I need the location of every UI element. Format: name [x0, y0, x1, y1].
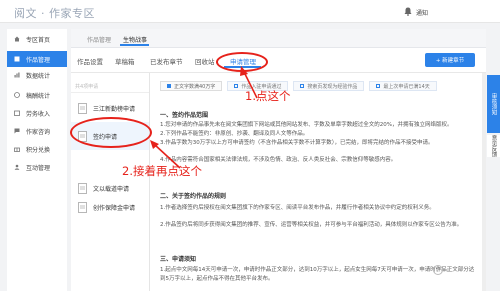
- annotation-step2: 2.接着再点这个: [122, 164, 202, 178]
- arrow-annotation: [150, 66, 258, 169]
- annotation-step1: 1.点这个: [245, 89, 291, 103]
